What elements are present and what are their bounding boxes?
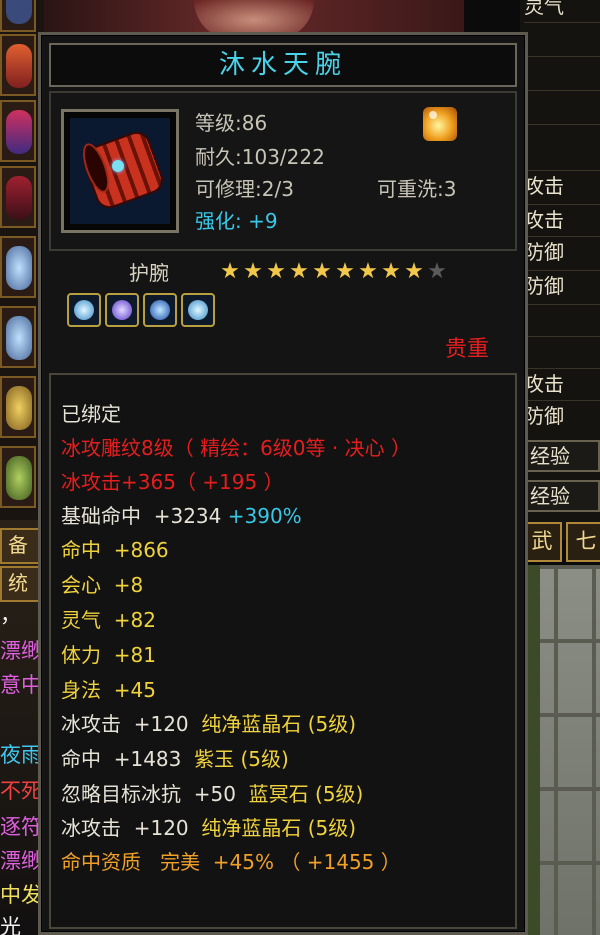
chat-line: 意中 [0,673,42,697]
item-enhance: 强化: +9 [195,209,278,233]
item-icon-frame [61,109,179,233]
star-icon: ★ [404,259,424,284]
gem-line: 冰攻击 +120 纯净蓝晶石 (5级) [61,712,357,736]
attr-row-defense: 防御 [524,400,600,430]
item-name: 沐水天腕 [218,50,347,80]
stat-line: 身法 +45 [61,678,156,702]
flame-icon [423,107,457,141]
quality-label: 贵重 [444,337,489,362]
base-hit-line: 基础命中 +3234 +390% [61,504,302,528]
stat-line: 灵气 +82 [61,608,156,632]
item-tooltip: 沐水天腕 等级:86 耐久:103/222 可修理:2/3 可重洗:3 强化: … [38,32,528,935]
stat-line: 会心 +8 [61,573,144,597]
item-attributes: 已绑定 冰攻雕纹8级（ 精绘：6级0等 · 决心 ） 冰攻击+365（ +195… [49,373,517,929]
engrave-line: 冰攻雕纹8级（ 精绘：6级0等 · 决心 ） [61,436,411,460]
item-rewashable: 可重洗:3 [377,177,457,201]
attr-row-attack: 攻击 [524,204,600,234]
star-icon: ★ [381,259,401,284]
item-repairable: 可修理:2/3 [195,177,294,201]
attr-row-spirit: 灵气 [524,0,600,20]
item-type-row: 护腕 ★ ★ ★ ★ ★ ★ ★ ★ ★ ★ 贵重 [49,253,517,371]
item-type: 护腕 [129,261,169,285]
chat-line: 逐符 [0,815,42,839]
chat-line: 中发 [0,883,42,907]
chat-line: 漂缈 [0,639,42,663]
chat-line: 漂缈 [0,849,42,873]
gem-socket-icon [105,293,139,327]
gem-line: 冰攻击 +120 纯净蓝晶石 (5级) [61,816,357,840]
tab-equip[interactable]: 备 [0,528,40,564]
ice-attack-line: 冰攻击+365（ +195 ） [61,470,284,494]
attr-row [524,124,600,154]
attr-row-defense: 防御 [524,270,600,300]
gem-socket-icon [143,293,177,327]
star-icon: ★ [335,259,355,284]
gem-socket-icon [67,293,101,327]
attr-row [524,304,600,334]
item-durability: 耐久:103/222 [195,145,325,169]
stat-line: 命中 +866 [61,538,169,562]
exp-box: 经验 [522,480,600,512]
attr-row [524,336,600,366]
star-icon: ★ [358,259,378,284]
attr-row [524,22,600,52]
chat-line: 不死 [0,779,42,803]
item-title-bar: 沐水天腕 [49,43,517,87]
equip-slot-8[interactable] [0,446,36,508]
aptitude-line: 命中资质 完美 +45% （ +1455 ） [61,850,401,874]
tab-martial[interactable]: 武 [522,522,562,562]
equip-slot-1[interactable] [0,0,36,32]
chat-line: 夜雨 [0,743,42,767]
equip-slot-6[interactable] [0,306,36,368]
chat-line: 光 [0,915,21,935]
tab-seven[interactable]: 七 [566,522,600,562]
attr-row [524,90,600,120]
attr-row [524,56,600,86]
star-icon: ★ [312,259,332,284]
equip-slot-7[interactable] [0,376,36,438]
item-header: 等级:86 耐久:103/222 可修理:2/3 可重洗:3 强化: +9 [49,91,517,251]
item-level: 等级:86 [195,111,268,135]
equip-slot-2[interactable] [0,34,36,96]
gem-line: 命中 +1483 紫玉 (5级) [61,747,289,771]
attr-row-attack: 攻击 [524,170,600,200]
star-rating: ★ ★ ★ ★ ★ ★ ★ ★ ★ ★ [219,261,449,285]
gem-socket-icon [181,293,215,327]
bracer-icon [70,118,170,224]
star-icon: ★ [220,259,240,284]
stat-line: 体力 +81 [61,643,156,667]
attr-row-attack: 攻击 [524,368,600,398]
exp-box: 经验 [522,440,600,472]
equip-slot-4[interactable] [0,166,36,228]
star-icon: ★ [243,259,263,284]
chat-line: ， [0,603,21,627]
gem-sockets [67,293,219,331]
equip-slot-3[interactable] [0,100,36,162]
gem-line: 忽略目标冰抗 +50 蓝冥石 (5级) [61,782,364,806]
star-empty-icon: ★ [427,259,447,284]
bound-status: 已绑定 [61,402,121,426]
equip-slot-5[interactable] [0,236,36,298]
tab-system[interactable]: 统 [0,566,40,602]
star-icon: ★ [289,259,309,284]
attr-row-defense: 防御 [524,236,600,266]
star-icon: ★ [266,259,286,284]
